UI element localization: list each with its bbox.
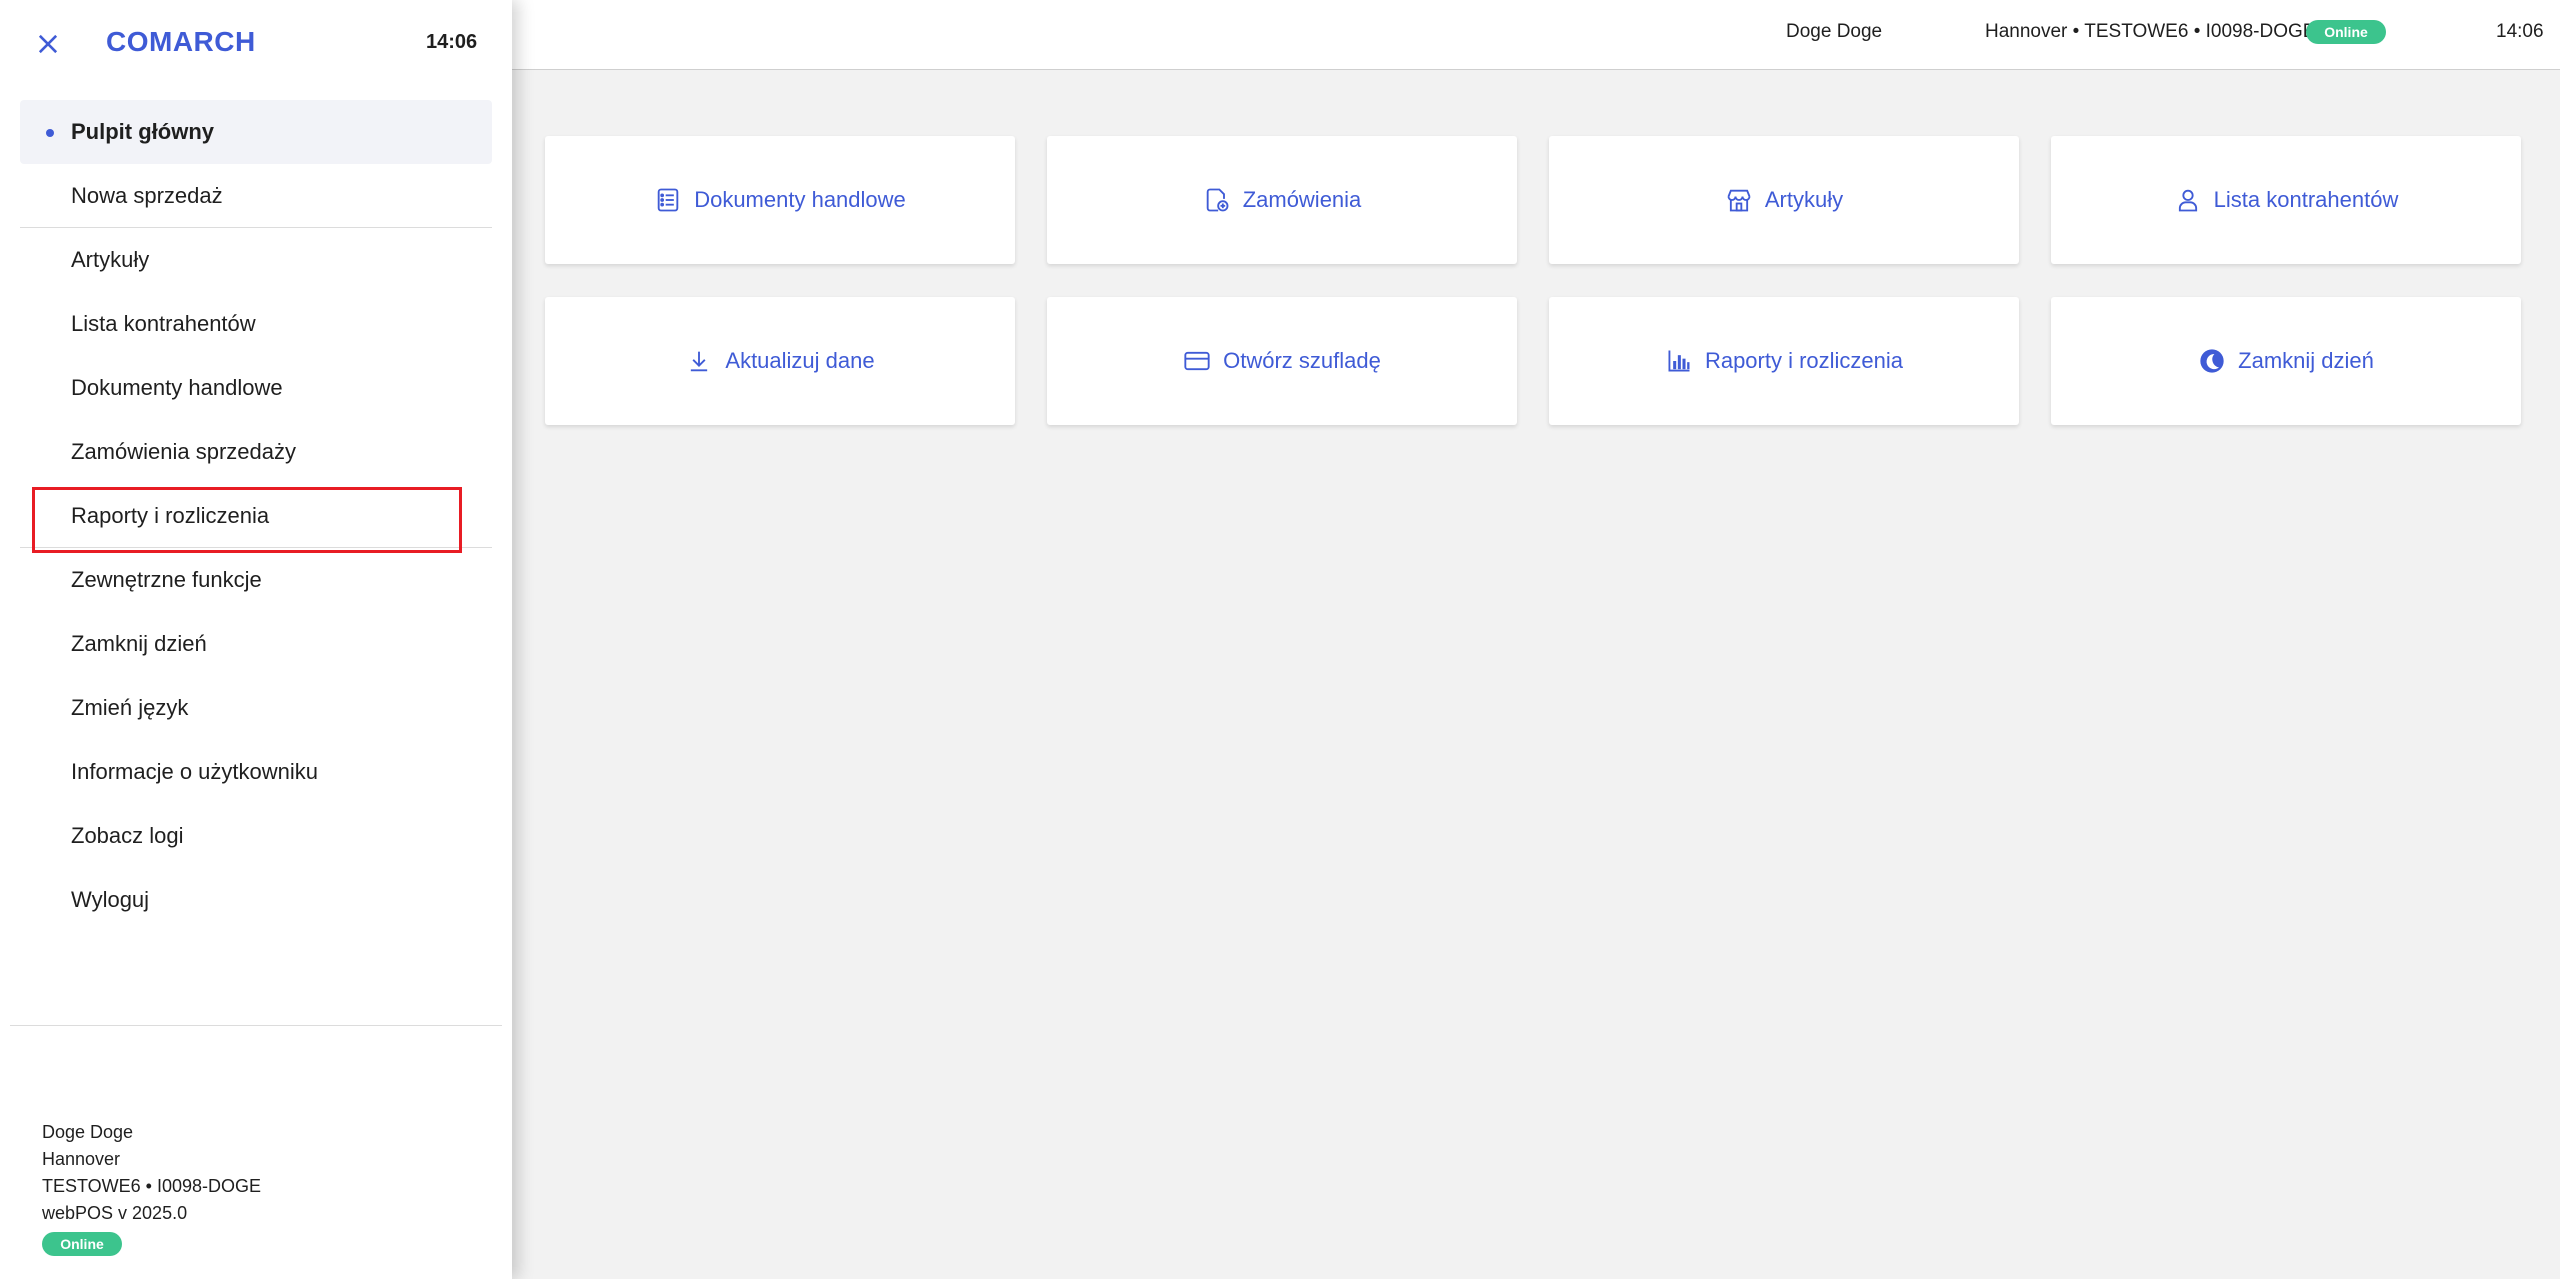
tile-lista-kontrahentow[interactable]: Lista kontrahentów (2051, 136, 2521, 264)
topbar-location: Hannover • TESTOWE6 • I0098-DOGE (1985, 21, 2316, 42)
footer-version: webPOS v 2025.0 (42, 1203, 188, 1223)
sidebar-item-raporty-i-rozliczenia[interactable]: Raporty i rozliczenia (20, 484, 492, 553)
tile-otworz-szuflade[interactable]: Otwórz szufladę (1047, 297, 1517, 425)
sidebar-item-label: Raporty i rozliczenia (71, 502, 270, 528)
sidebar-item-label: Zamknij dzień (71, 631, 207, 656)
sidebar-item-lista-kontrahentow[interactable]: Lista kontrahentów (20, 292, 492, 356)
sidebar-item-label: Zewnętrzne funkcje (71, 567, 262, 592)
sidebar-time: 14:06 (426, 31, 478, 53)
sidebar-menu: Pulpit główny Nowa sprzedaż Artykuły Lis… (20, 100, 492, 932)
sidebar-footer: Doge Doge Hannover TESTOWE6 • I0098-DOGE… (42, 1119, 261, 1257)
tile-label: Artykuły (1764, 187, 1844, 212)
tile-zamowienia[interactable]: Zamówienia (1047, 136, 1517, 264)
sidebar-item-label: Pulpit główny (71, 119, 214, 144)
status-badge: Online (2306, 20, 2386, 44)
footer-store: Hannover (42, 1149, 121, 1169)
tile-dokumenty-handlowe[interactable]: Dokumenty handlowe (545, 136, 1015, 264)
sidebar-item-zobacz-logi[interactable]: Zobacz logi (20, 804, 492, 868)
sidebar-item-label: Wyloguj (71, 887, 150, 912)
footer-terminal: TESTOWE6 • I0098-DOGE (42, 1176, 262, 1196)
sidebar-item-label: Dokumenty handlowe (71, 375, 283, 400)
person-icon (2178, 189, 2197, 212)
store-icon (1727, 189, 1751, 212)
footer-user-name: Doge Doge (42, 1122, 134, 1142)
sidebar-item-label: Lista kontrahentów (71, 311, 256, 336)
topbar-time: 14:06 (2496, 21, 2544, 42)
sidebar-drawer: COMARCH 14:06 Pulpit główny Nowa sprzeda… (0, 0, 512, 1279)
footer-status-badge: Online (42, 1232, 122, 1256)
tile-label: Dokumenty handlowe (694, 187, 906, 212)
sidebar-item-artykuly[interactable]: Artykuły (20, 228, 492, 292)
comarch-logo: COMARCH (106, 26, 256, 57)
tile-zamknij-dzien[interactable]: Zamknij dzień (2051, 297, 2521, 425)
bar-chart-icon (1668, 350, 1690, 372)
sidebar-item-wyloguj[interactable]: Wyloguj (20, 868, 492, 932)
divider (10, 1025, 502, 1026)
sidebar-item-zamowienia-sprzedazy[interactable]: Zamówienia sprzedaży (20, 420, 492, 484)
sidebar-item-dokumenty-handlowe[interactable]: Dokumenty handlowe (20, 356, 492, 420)
card-icon (1184, 351, 1210, 371)
sidebar-item-label: Artykuły (71, 247, 150, 272)
sidebar-item-informacje-o-uzytkowniku[interactable]: Informacje o użytkowniku (20, 740, 492, 804)
tile-label: Raporty i rozliczenia (1704, 348, 1904, 373)
close-icon[interactable] (34, 30, 62, 58)
tile-label: Otwórz szufladę (1223, 348, 1381, 373)
sidebar-item-pulpit-glowny[interactable]: Pulpit główny (20, 100, 492, 164)
tile-raporty-i-rozliczenia[interactable]: Raporty i rozliczenia (1549, 297, 2019, 425)
list-icon (657, 188, 679, 212)
sidebar-item-zmien-jezyk[interactable]: Zmień język (20, 676, 492, 740)
tile-label: Zamknij dzień (2238, 348, 2374, 373)
topbar-user-name: Doge Doge (1786, 21, 1883, 42)
tile-label: Lista kontrahentów (2213, 187, 2399, 212)
sidebar-item-label: Zobacz logi (71, 823, 184, 848)
sidebar-item-label: Informacje o użytkowniku (71, 759, 318, 784)
active-dot-icon (46, 129, 54, 137)
sidebar-item-zamknij-dzien[interactable]: Zamknij dzień (20, 612, 492, 676)
sidebar-item-label: Nowa sprzedaż (71, 182, 223, 208)
tile-artykuly[interactable]: Artykuły (1549, 136, 2019, 264)
tile-label: Aktualizuj dane (725, 348, 875, 373)
sidebar-item-label: Zamówienia sprzedaży (71, 439, 296, 464)
sidebar-item-label: Zmień język (71, 695, 189, 720)
moon-icon (2200, 349, 2224, 373)
download-icon (691, 351, 708, 372)
tile-label: Zamówienia (1242, 187, 1362, 212)
sidebar-item-zewnetrzne-funkcje[interactable]: Zewnętrzne funkcje (20, 548, 492, 612)
order-icon (1206, 188, 1229, 212)
sidebar-item-nowa-sprzedaz[interactable]: Nowa sprzedaż (20, 164, 492, 228)
tile-aktualizuj-dane[interactable]: Aktualizuj dane (545, 297, 1015, 425)
